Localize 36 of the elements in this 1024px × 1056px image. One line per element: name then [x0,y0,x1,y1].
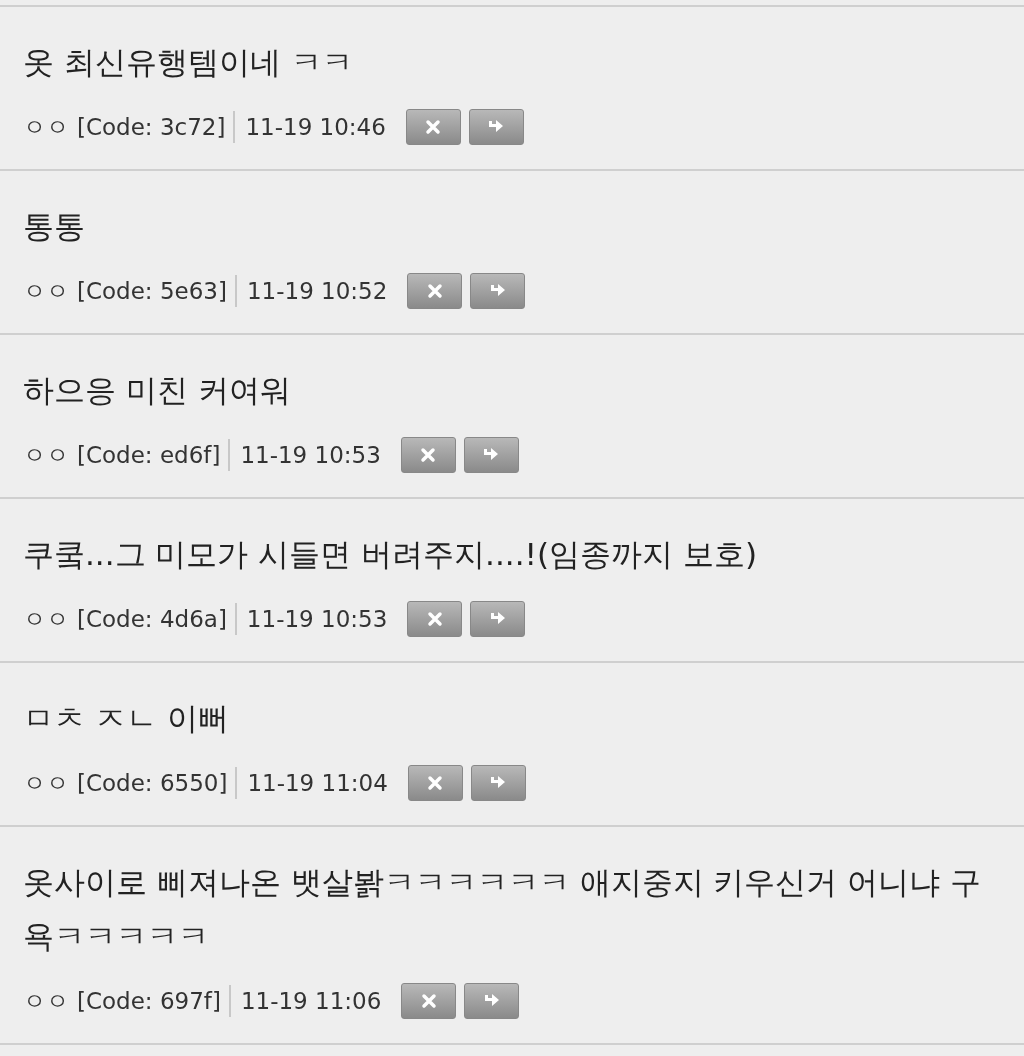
reply-button[interactable] [464,983,520,1019]
author-name: ㅇㅇ [23,440,69,470]
timestamp: 11-19 10:46 [245,114,386,140]
comment-text: 하으응 미친 커여워 [23,371,292,410]
user-code: [Code: 697f] [77,988,221,1014]
comment-text: 쿠쿸...그 미모가 시들면 버려주지....!(임종까지 보호) [23,535,758,574]
user-code: [Code: 5e63] [77,278,227,304]
timestamp: 11-19 11:06 [240,988,382,1014]
author-name: ㅇㅇ [23,768,69,798]
author-name: ㅇㅇ [23,604,69,634]
author-name: ㅇㅇ [23,276,69,306]
timestamp: 11-19 10:52 [246,278,388,304]
delete-button[interactable] [407,273,463,309]
comment-text: 통통 [23,207,86,246]
reply-button[interactable] [470,273,526,309]
delete-button[interactable] [401,983,457,1019]
comment-text: ㅁㅊ ㅈㄴ 이뻐 [23,699,230,738]
comment-text: 옷사이로 삐져나온 뱃살봙ㅋㅋㅋㅋㅋㅋ 애지중지 키우신거 어니냐 구욕ㅋㅋㅋㅋㅋ [23,863,983,956]
user-code: [Code: ed6f] [77,442,221,468]
reply-button[interactable] [470,601,526,637]
timestamp: 11-19 10:53 [240,442,381,468]
reply-button[interactable] [470,765,526,801]
reply-button[interactable] [463,437,519,473]
author-name: ㅇㅇ [23,986,69,1016]
user-code: [Code: 4d6a] [77,606,227,632]
delete-button[interactable] [407,765,463,801]
user-code: [Code: 3c72] [77,114,226,140]
timestamp: 11-19 11:04 [247,770,388,796]
user-code: [Code: 6550] [77,770,228,796]
timestamp: 11-19 10:53 [246,606,388,632]
reply-button[interactable] [468,109,524,145]
author-name: ㅇㅇ [23,112,69,142]
delete-button[interactable] [405,109,461,145]
delete-button[interactable] [407,601,463,637]
delete-button[interactable] [400,437,456,473]
comment-text: 옷 최신유행템이네 ㅋㅋ [23,43,354,82]
